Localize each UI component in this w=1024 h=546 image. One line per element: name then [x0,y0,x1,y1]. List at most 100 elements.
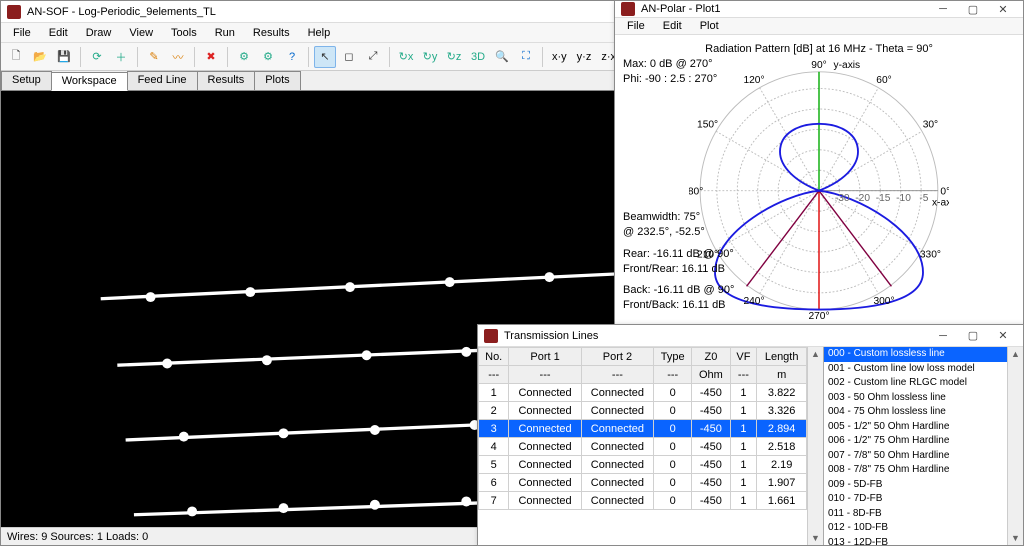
list-item[interactable]: 010 - 7D-FB [824,492,1007,507]
svg-text:30°: 30° [923,120,938,131]
polar-title: AN-Polar - Plot1 [641,3,923,15]
svg-text:180°: 180° [689,186,703,197]
scroll-up-icon[interactable]: ▲ [1011,349,1020,359]
tab-results[interactable]: Results [197,71,256,90]
help-icon[interactable]: ? [281,46,303,68]
refresh-icon[interactable]: ⟳ [86,46,108,68]
col-header[interactable]: Port 1 [509,348,581,366]
tab-workspace[interactable]: Workspace [51,72,128,91]
toolbar-sep [80,47,81,67]
menu-edit[interactable]: Edit [655,18,690,34]
list-item[interactable]: 013 - 12D-FB [824,536,1007,546]
close-button[interactable]: ✕ [989,328,1017,344]
menu-results[interactable]: Results [245,25,298,41]
col-header[interactable]: VF [730,348,757,366]
tl-titlebar: Transmission Lines ─ ▢ ✕ [478,325,1023,347]
svg-text:270°: 270° [808,311,829,322]
minimize-button[interactable]: ─ [929,1,957,17]
list-item[interactable]: 009 - 5D-FB [824,478,1007,493]
menu-tools[interactable]: Tools [163,25,205,41]
menu-draw[interactable]: Draw [78,25,120,41]
svg-text:120°: 120° [743,75,764,86]
tab-feed-line[interactable]: Feed Line [127,71,198,90]
table-row[interactable]: 5ConnectedConnected0-45012.19 [479,456,807,474]
info-line: Phi: -90 : 2.5 : 270° [623,72,717,87]
scroll-up-icon[interactable]: ▲ [811,349,820,359]
list-item[interactable]: 002 - Custom line RLGC model [824,376,1007,391]
measure-icon[interactable]: ⤢ [362,46,384,68]
close-button[interactable]: ✕ [989,1,1017,17]
col-header[interactable]: No. [479,348,509,366]
menu-file[interactable]: File [619,18,653,34]
transmission-lines-window: Transmission Lines ─ ▢ ✕ No.Port 1Port 2… [477,324,1024,546]
svg-text:-10: -10 [896,193,911,204]
maximize-button[interactable]: ▢ [959,1,987,17]
select-icon[interactable]: ↖ [314,46,336,68]
info-line: Beamwidth: 75° [623,210,705,225]
maximize-button[interactable]: ▢ [959,328,987,344]
table-row[interactable]: 4ConnectedConnected0-45012.518 [479,438,807,456]
info-line: Back: -16.11 dB @ 90° [623,283,734,298]
marquee-icon[interactable]: ◻ [338,46,360,68]
open-icon[interactable]: 📂 [29,46,51,68]
rotx-icon[interactable]: ↻x [395,46,417,68]
list-item[interactable]: 008 - 7/8" 75 Ohm Hardline [824,463,1007,478]
list-item[interactable]: 006 - 1/2" 75 Ohm Hardline [824,434,1007,449]
tab-setup[interactable]: Setup [1,71,52,90]
list-item[interactable]: 007 - 7/8" 50 Ohm Hardline [824,449,1007,464]
table-row[interactable]: 1ConnectedConnected0-45013.822 [479,384,807,402]
list-item[interactable]: 012 - 10D-FB [824,521,1007,536]
fit-icon[interactable]: ⛶ [515,46,537,68]
table-row[interactable]: 6ConnectedConnected0-45011.907 [479,474,807,492]
view-yz[interactable]: y·z [573,51,596,63]
table-row[interactable]: 7ConnectedConnected0-45011.661 [479,492,807,510]
col-header[interactable]: Length [757,348,807,366]
list-item[interactable]: 003 - 50 Ohm lossless line [824,391,1007,406]
list-scrollbar[interactable]: ▲ ▼ [1007,347,1023,545]
tab-plots[interactable]: Plots [254,71,300,90]
zoom-icon[interactable]: 🔍 [491,46,513,68]
svg-text:-5: -5 [919,193,928,204]
gear-icon[interactable]: ⚙ [233,46,255,68]
pencil-icon[interactable]: ✎ [143,46,165,68]
new-icon[interactable]: 🗋 [5,46,27,68]
app-icon [484,329,498,343]
rotz-icon[interactable]: ↻z [443,46,465,68]
polar-info-rear: Rear: -16.11 dB @ 90° Front/Rear: 16.11 … [623,247,734,277]
menu-edit[interactable]: Edit [41,25,76,41]
svg-text:330°: 330° [920,250,941,261]
menu-file[interactable]: File [5,25,39,41]
draw-icon[interactable]: 〰 [167,46,189,68]
table-scrollbar[interactable]: ▲ ▼ [807,347,823,545]
info-line: Front/Rear: 16.11 dB [623,262,734,277]
save-icon[interactable]: 💾 [53,46,75,68]
gear2-icon[interactable]: ⚙ [257,46,279,68]
col-header[interactable]: Z0 [692,348,730,366]
view-xy[interactable]: x·y [548,51,571,63]
roty-icon[interactable]: ↻y [419,46,441,68]
tl-type-list[interactable]: 000 - Custom lossless line001 - Custom l… [823,347,1007,545]
scroll-down-icon[interactable]: ▼ [811,533,820,543]
tl-table-wrap[interactable]: No.Port 1Port 2TypeZ0VFLength ----------… [478,347,807,545]
add-icon[interactable]: ＋ [110,46,132,68]
menu-plot[interactable]: Plot [692,18,727,34]
list-item[interactable]: 005 - 1/2" 50 Ohm Hardline [824,420,1007,435]
menu-run[interactable]: Run [207,25,243,41]
col-header[interactable]: Port 2 [581,348,653,366]
table-row[interactable]: 2ConnectedConnected0-45013.326 [479,402,807,420]
svg-text:90°: 90° [811,60,826,71]
menu-view[interactable]: View [121,25,161,41]
polar-body: Radiation Pattern [dB] at 16 MHz - Theta… [615,35,1023,333]
col-header[interactable]: Type [654,348,692,366]
menu-help[interactable]: Help [300,25,339,41]
units-row: ------------Ohm---m [479,366,807,384]
list-item[interactable]: 011 - 8D-FB [824,507,1007,522]
delete-icon[interactable]: ✖ [200,46,222,68]
rot3d-icon[interactable]: 3D [467,46,489,68]
minimize-button[interactable]: ─ [929,328,957,344]
list-item[interactable]: 000 - Custom lossless line [824,347,1007,362]
scroll-down-icon[interactable]: ▼ [1011,533,1020,543]
list-item[interactable]: 001 - Custom line low loss model [824,362,1007,377]
table-row[interactable]: 3ConnectedConnected0-45012.894 [479,420,807,438]
list-item[interactable]: 004 - 75 Ohm lossless line [824,405,1007,420]
